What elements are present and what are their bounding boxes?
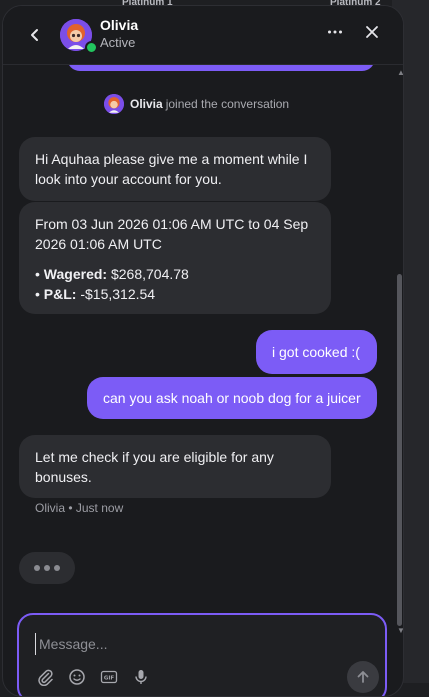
message-list: Olivia joined the conversation Hi Aquhaa…: [3, 65, 403, 610]
scrollbar-thumb[interactable]: [397, 274, 402, 626]
more-options-button[interactable]: [323, 24, 347, 44]
emoji-button[interactable]: [67, 667, 87, 687]
typing-dot: [34, 565, 40, 571]
message-input[interactable]: [35, 633, 339, 655]
message-text: i got cooked :(: [272, 344, 360, 360]
agent-message: Hi Aquhaa please give me a moment while …: [19, 137, 331, 201]
close-button[interactable]: [361, 23, 383, 45]
join-notice-name: Olivia: [130, 97, 163, 111]
chat-header: Olivia Active: [3, 6, 403, 65]
agent-mini-avatar: [104, 94, 124, 114]
microphone-icon: [135, 670, 147, 684]
join-notice: Olivia joined the conversation: [104, 93, 289, 115]
stat-value: $268,704.78: [110, 266, 189, 282]
stat-label: Wagered:: [43, 266, 108, 282]
arrow-up-icon: [357, 671, 369, 683]
user-message: i got cooked :(: [256, 330, 377, 374]
more-horizontal-icon: [328, 30, 342, 34]
agent-status: Active: [100, 35, 136, 50]
stats-date-range: From 03 Jun 2026 01:06 AM UTC to 04 Sep …: [35, 216, 309, 252]
previous-user-message: [67, 65, 375, 71]
paperclip-icon: [38, 669, 53, 686]
message-text: can you ask noah or noob dog for a juice…: [103, 390, 361, 406]
user-message: can you ask noah or noob dog for a juice…: [87, 377, 377, 419]
back-button[interactable]: [23, 23, 47, 47]
agent-stats-message: From 03 Jun 2026 01:06 AM UTC to 04 Sep …: [19, 202, 331, 314]
stat-wagered: • Wagered: $268,704.78: [35, 266, 189, 282]
send-button[interactable]: [347, 661, 379, 693]
close-icon: [366, 26, 378, 38]
typing-dot: [54, 565, 60, 571]
join-notice-text: joined the conversation: [165, 97, 290, 111]
attach-button[interactable]: [35, 667, 55, 687]
emoji-icon: [69, 669, 85, 685]
gif-icon: GIF: [100, 670, 118, 684]
svg-text:GIF: GIF: [104, 676, 115, 682]
message-text: Let me check if you are eligible for any…: [35, 449, 274, 485]
gif-button[interactable]: GIF: [99, 667, 119, 687]
chevron-left-icon: [31, 29, 38, 41]
stat-pnl: • P&L: -$15,312.54: [35, 286, 156, 302]
message-meta: Olivia • Just now: [35, 501, 124, 515]
stat-value: -$15,312.54: [80, 286, 156, 302]
stat-label: P&L:: [43, 286, 77, 302]
chat-widget: Olivia Active Olivia joined the conversa…: [2, 5, 404, 697]
voice-button[interactable]: [131, 667, 151, 687]
scroll-up-arrow[interactable]: ▲: [397, 68, 403, 77]
agent-name: Olivia: [100, 17, 139, 33]
agent-message: Let me check if you are eligible for any…: [19, 435, 331, 498]
typing-indicator: [19, 552, 75, 584]
online-status-dot: [85, 41, 98, 54]
scroll-down-arrow[interactable]: ▼: [397, 626, 403, 635]
message-text: Hi Aquhaa please give me a moment while …: [35, 151, 308, 187]
message-composer: GIF: [17, 613, 387, 696]
typing-dot: [44, 565, 50, 571]
